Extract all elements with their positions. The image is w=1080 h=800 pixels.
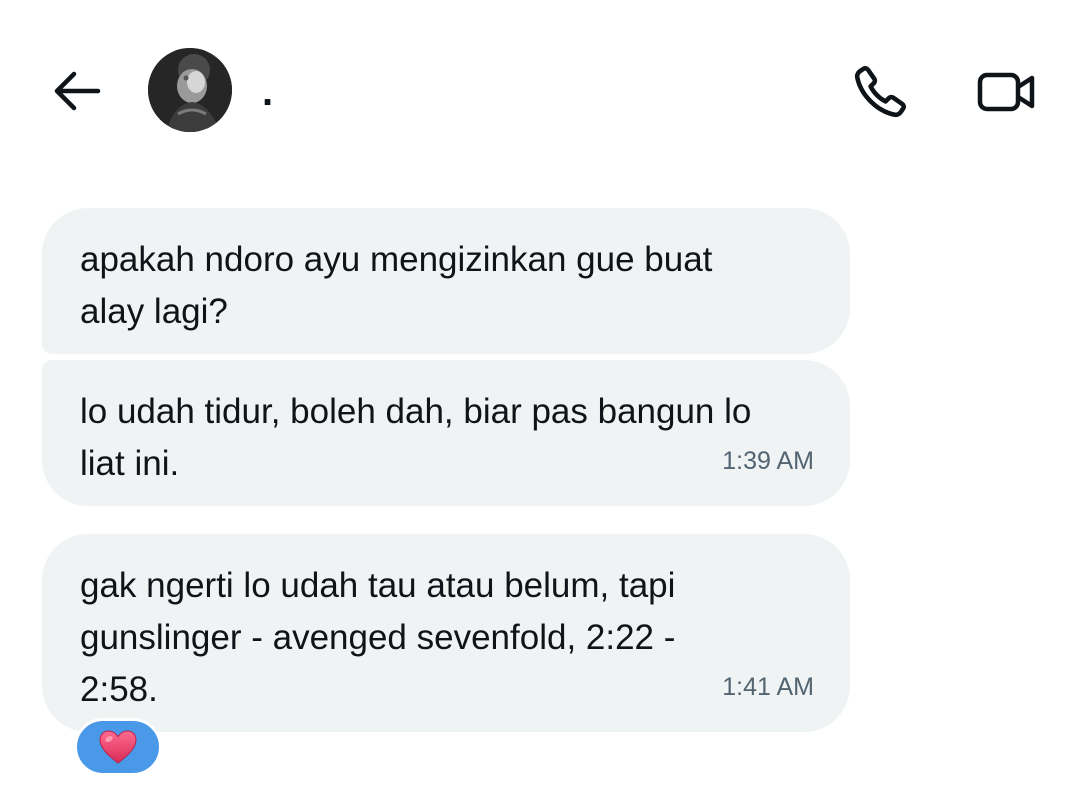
message-timestamp: 1:41 AM — [722, 673, 814, 701]
avatar[interactable] — [148, 48, 232, 132]
dm-conversation-screen: . apakah ndoro ayu mengizinkan gue buat … — [0, 0, 1080, 800]
video-call-button[interactable] — [974, 64, 1040, 120]
contact-name[interactable]: . — [262, 62, 273, 122]
heart-reaction[interactable] — [74, 718, 162, 776]
message-bubble[interactable]: apakah ndoro ayu mengizinkan gue buat al… — [42, 208, 850, 354]
message-text: lo udah tidur, boleh dah, biar pas bangu… — [80, 392, 752, 483]
message-text: apakah ndoro ayu mengizinkan gue buat al… — [80, 240, 713, 331]
conversation-header: . — [0, 0, 1080, 180]
arrow-left-icon — [54, 71, 101, 111]
phone-icon — [854, 65, 907, 118]
avatar-photo — [148, 48, 232, 132]
message-bubble[interactable]: gak ngerti lo udah tau atau belum, tapi … — [42, 534, 850, 732]
message-text: gak ngerti lo udah tau atau belum, tapi … — [80, 566, 676, 709]
heart-icon — [99, 730, 137, 764]
video-camera-icon — [977, 72, 1035, 112]
call-button[interactable] — [850, 60, 912, 122]
back-button[interactable] — [46, 66, 106, 116]
message-timestamp: 1:39 AM — [722, 447, 814, 475]
message-bubble[interactable]: lo udah tidur, boleh dah, biar pas bangu… — [42, 360, 850, 506]
